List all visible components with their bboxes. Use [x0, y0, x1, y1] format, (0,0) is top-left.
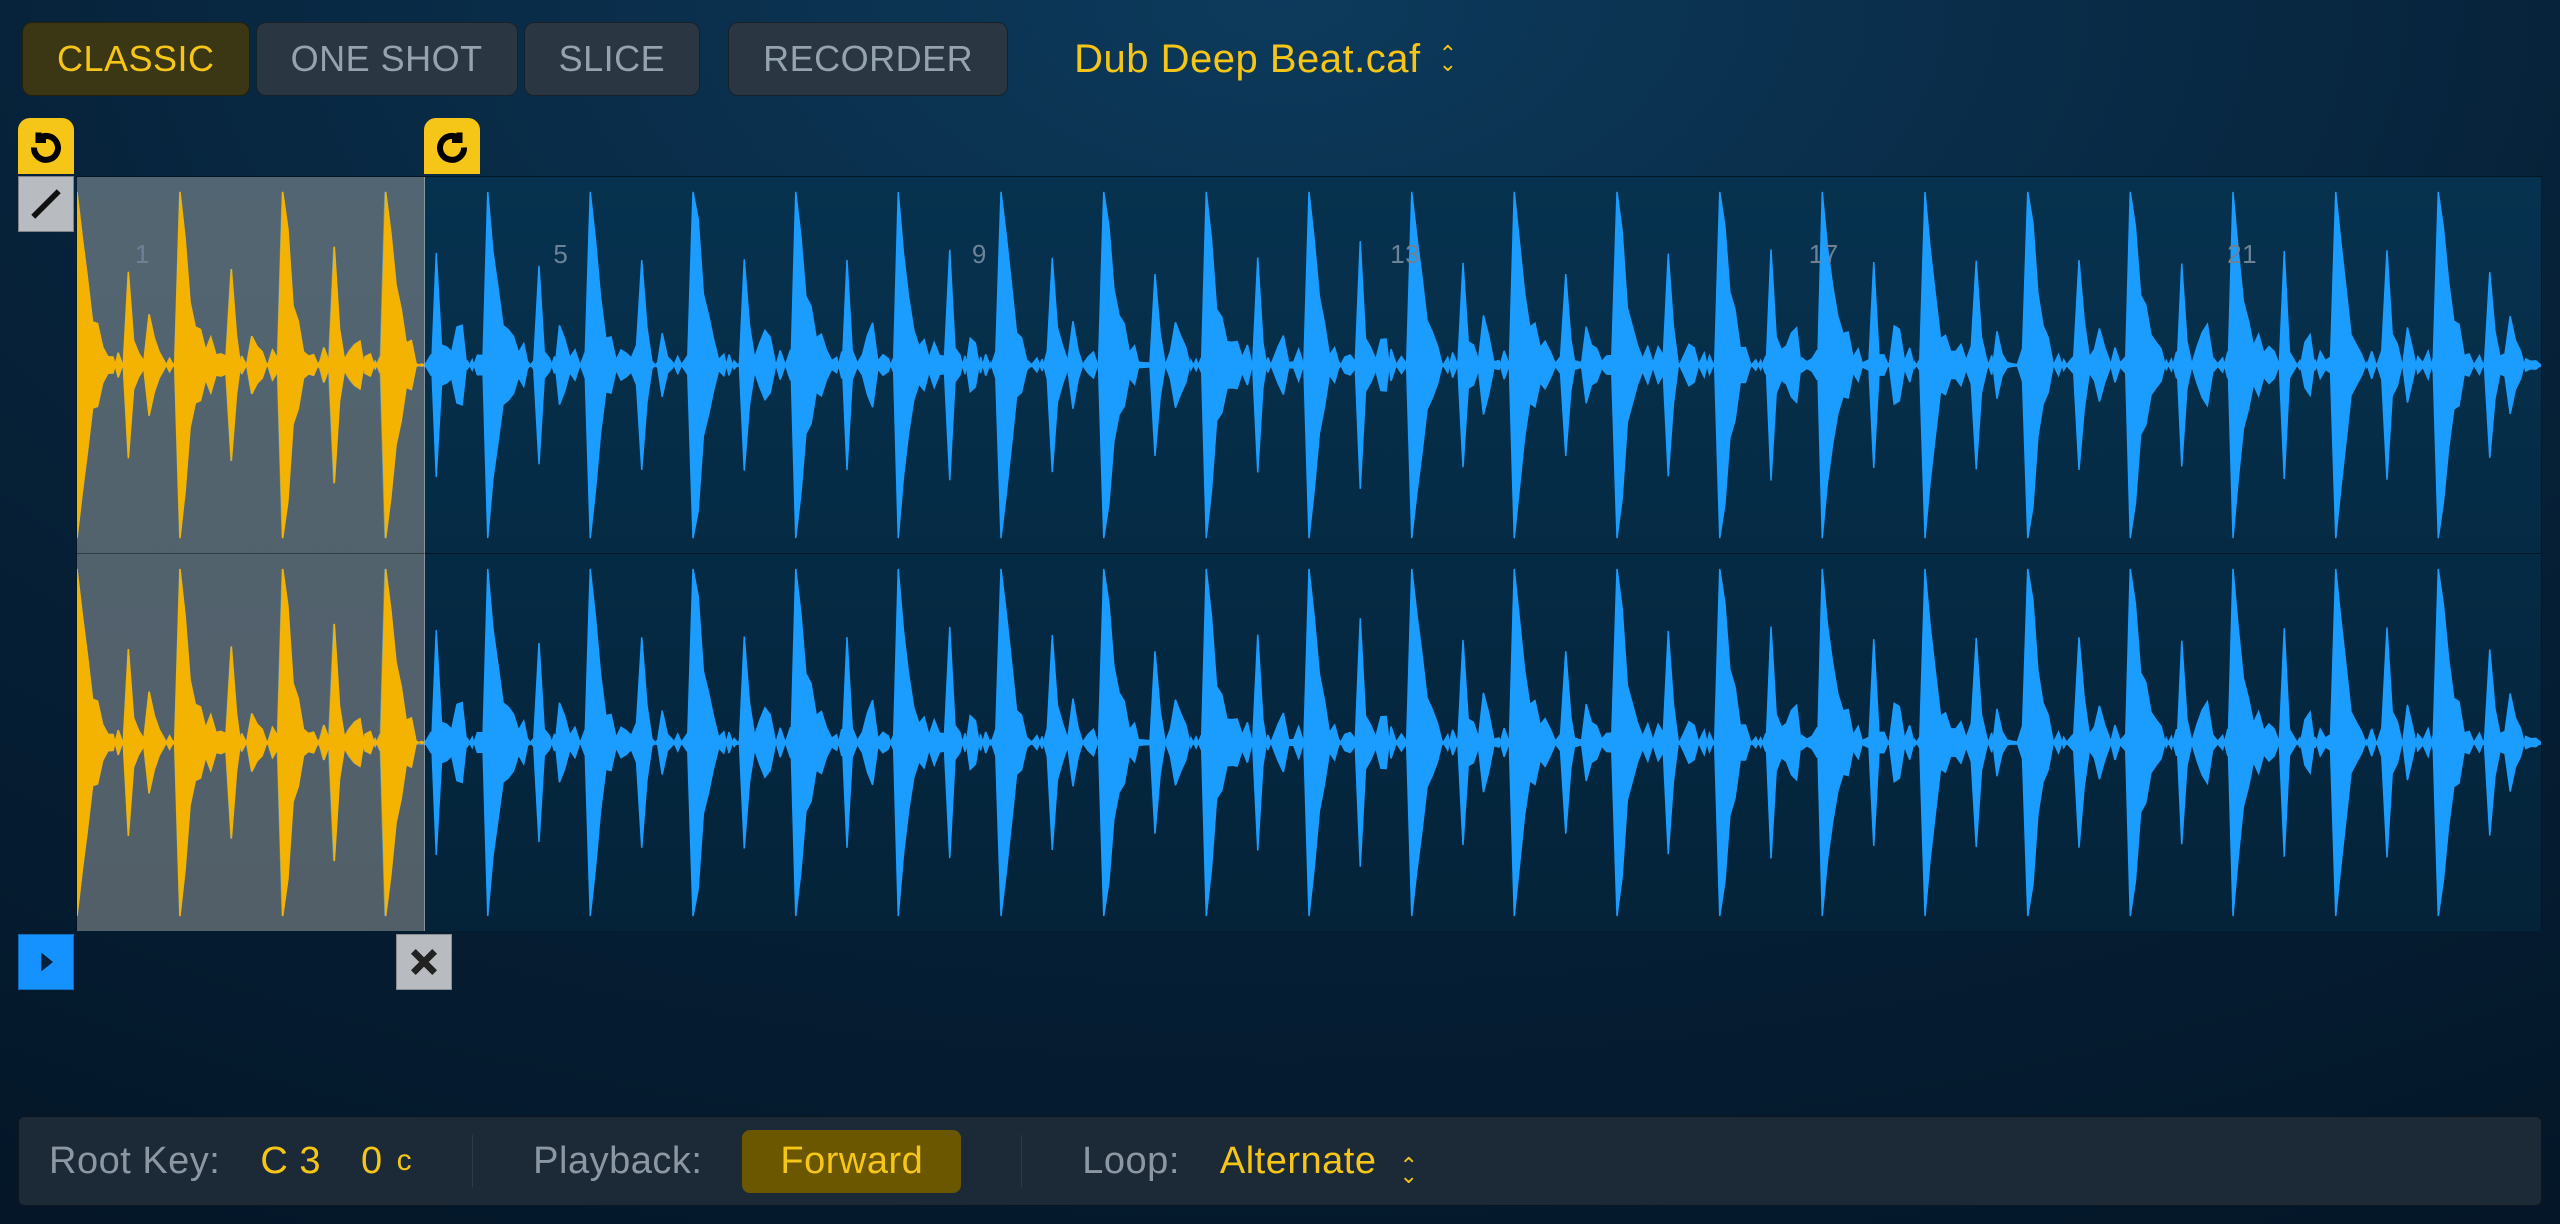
- sample-name: Dub Deep Beat.caf: [1074, 37, 1421, 82]
- waveform-channel-left: [77, 177, 2541, 554]
- loop-label: Loop:: [1082, 1140, 1180, 1183]
- fine-tune-unit: c: [397, 1144, 413, 1178]
- mode-tabs: CLASSIC ONE SHOT SLICE RECORDER: [22, 22, 1008, 96]
- chevron-right-icon: [32, 948, 60, 976]
- root-key-value[interactable]: C 3: [260, 1140, 321, 1183]
- mode-toolbar: CLASSIC ONE SHOT SLICE RECORDER Dub Deep…: [0, 0, 2560, 118]
- tab-slice[interactable]: SLICE: [524, 22, 701, 96]
- playback-mode-button[interactable]: Forward: [742, 1130, 961, 1193]
- chevron-updown-icon: ⌃⌄: [1439, 49, 1458, 69]
- tab-one-shot[interactable]: ONE SHOT: [256, 22, 518, 96]
- waveform-left-svg: [77, 177, 2541, 553]
- loop-reverse-icon: [434, 128, 470, 164]
- pencil-icon: [29, 187, 63, 221]
- loop-start-handle[interactable]: [18, 118, 74, 174]
- waveform-channel-right: [77, 554, 2541, 931]
- root-key-label: Root Key:: [49, 1140, 220, 1183]
- loop-handle-row: [18, 118, 2542, 174]
- end-marker-button[interactable]: [396, 934, 452, 990]
- divider: [1021, 1135, 1022, 1188]
- edit-tools: [18, 176, 74, 232]
- playback-label: Playback:: [533, 1140, 702, 1183]
- tab-classic[interactable]: CLASSIC: [22, 22, 250, 96]
- waveform-canvas[interactable]: 159131721: [76, 176, 2542, 932]
- pencil-tool-button[interactable]: [18, 176, 74, 232]
- loop-mode-value[interactable]: Alternate ⌃⌄: [1220, 1140, 1419, 1183]
- waveform-editor: 159131721: [18, 118, 2542, 990]
- chevron-updown-icon: ⌃⌄: [1400, 1161, 1419, 1181]
- play-from-start-button[interactable]: [18, 934, 74, 990]
- sample-selector[interactable]: Dub Deep Beat.caf ⌃⌄: [1074, 37, 1457, 82]
- divider: [472, 1135, 473, 1188]
- parameter-bar: Root Key: C 3 0 c Playback: Forward Loop…: [18, 1116, 2542, 1206]
- loop-end-handle[interactable]: [424, 118, 480, 174]
- fine-tune-value[interactable]: 0: [361, 1140, 383, 1183]
- close-icon: [408, 946, 440, 978]
- waveform-right-svg: [77, 554, 2541, 931]
- tab-recorder[interactable]: RECORDER: [728, 22, 1008, 96]
- loop-forward-icon: [28, 128, 64, 164]
